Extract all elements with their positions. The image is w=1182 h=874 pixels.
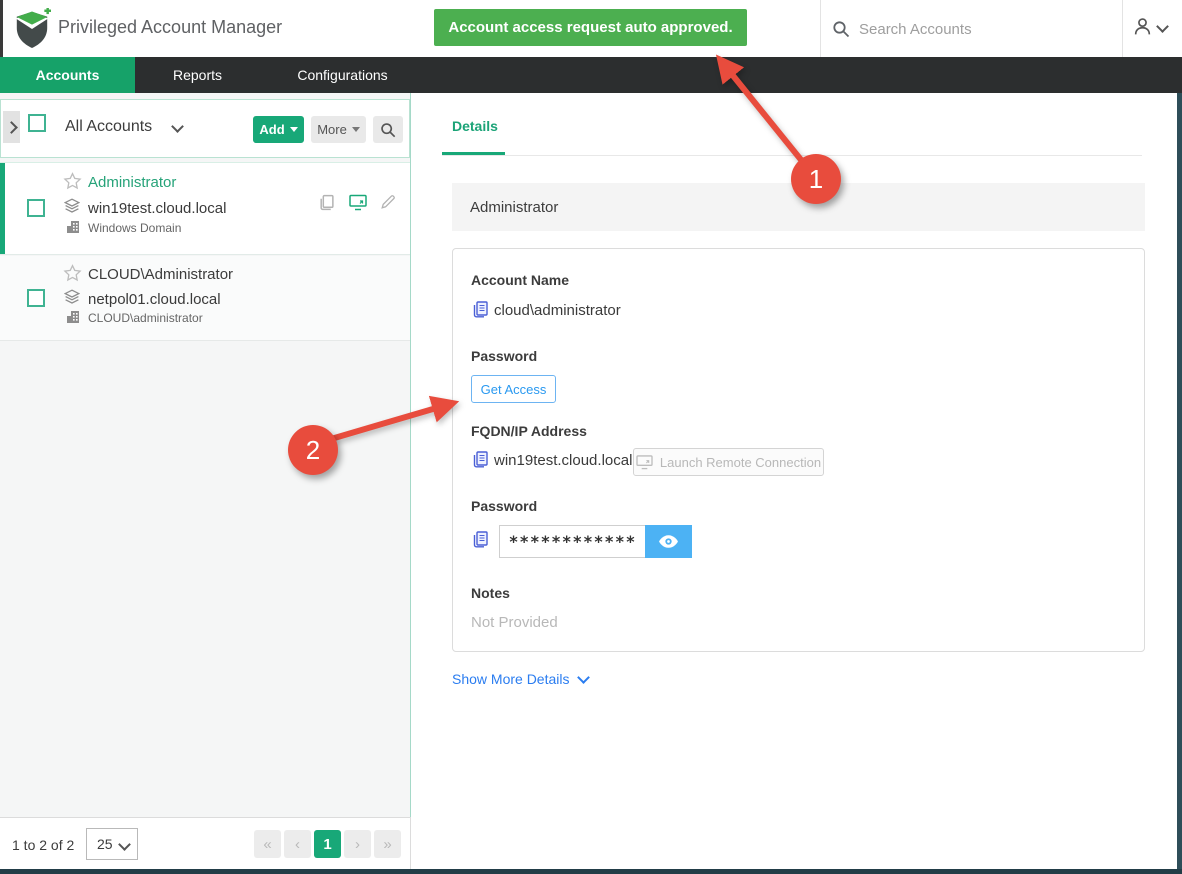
search-icon [381, 122, 396, 137]
chevron-down-icon [118, 838, 131, 851]
show-more-details-link[interactable]: Show More Details [452, 670, 590, 687]
tab-reports[interactable]: Reports [135, 57, 260, 93]
window-bottom-edge [0, 869, 1182, 874]
privileged-account-manager-app: Privileged Account Manager Account acces… [0, 0, 1182, 874]
account-name-value: cloud\administrator [494, 302, 621, 319]
search-accounts-input[interactable] [857, 14, 1111, 44]
account-fqdn: win19test.cloud.local [88, 200, 227, 217]
favorite-star-icon[interactable] [63, 172, 82, 190]
account-name-link[interactable]: Administrator [88, 174, 176, 191]
account-type: Windows Domain [88, 221, 182, 235]
chevron-right-icon [5, 120, 18, 134]
account-name-label: Account Name [471, 272, 570, 288]
main-navigation: Accounts Reports Configurations [0, 57, 1182, 93]
app-header: Privileged Account Manager Account acces… [0, 0, 1182, 143]
copy-icon[interactable] [471, 300, 489, 318]
chevron-down-icon [171, 120, 184, 133]
layers-icon [63, 198, 81, 214]
domain-building-icon [66, 310, 80, 324]
app-title: Privileged Account Manager [58, 17, 283, 37]
favorite-star-icon[interactable] [63, 264, 82, 282]
account-type: CLOUD\administrator [88, 311, 203, 325]
account-list-item[interactable]: Administrator win19test.cloud.local Wind… [0, 162, 410, 255]
domain-building-icon [66, 220, 80, 234]
masked-password-field: ************ [499, 525, 646, 558]
password2-label: Password [471, 498, 538, 514]
launch-remote-icon[interactable] [349, 194, 367, 211]
last-page-button[interactable]: » [374, 830, 401, 858]
notes-label: Notes [471, 585, 510, 601]
account-details-card: Account Name cloud\administrator Passwor… [452, 248, 1145, 652]
user-menu-button[interactable] [1128, 14, 1176, 44]
page-size-select[interactable]: 25 [86, 828, 138, 860]
fqdn-value: win19test.cloud.local [494, 452, 633, 469]
account-fqdn: netpol01.cloud.local [88, 291, 221, 308]
tab-configurations[interactable]: Configurations [260, 57, 425, 93]
chevron-down-icon [1156, 20, 1169, 33]
toast-notification: Account access request auto approved. [434, 9, 747, 46]
header-divider [1122, 0, 1123, 57]
selected-indicator-bar [0, 163, 5, 254]
caret-down-icon [351, 127, 360, 132]
app-logo-shield-icon [13, 7, 51, 50]
scrollbar[interactable] [1177, 93, 1182, 874]
first-page-button[interactable]: « [254, 830, 281, 858]
user-icon [1132, 16, 1153, 37]
search-icon [832, 20, 850, 38]
header-divider [820, 0, 821, 57]
accounts-list-header: All Accounts Add More [0, 99, 410, 158]
layers-icon [63, 289, 81, 305]
launch-remote-label: Launch Remote Connection [659, 454, 822, 470]
show-more-label: Show More Details [452, 671, 570, 687]
account-name[interactable]: CLOUD\Administrator [88, 266, 233, 283]
account-checkbox[interactable] [27, 289, 45, 307]
previous-page-button[interactable]: ‹ [284, 830, 311, 858]
expand-panel-button[interactable] [3, 111, 20, 143]
tab-accounts[interactable]: Accounts [0, 57, 135, 93]
add-button[interactable]: Add [253, 116, 304, 143]
account-checkbox[interactable] [27, 199, 45, 217]
accounts-sidebar: All Accounts Add More Administrator win1… [0, 93, 411, 817]
annotation-step-2: 2 [288, 425, 338, 475]
get-access-button[interactable]: Get Access [471, 375, 556, 403]
chevron-down-icon [576, 670, 590, 684]
launch-remote-connection-button[interactable]: Launch Remote Connection [633, 448, 824, 476]
copy-icon[interactable] [471, 450, 489, 468]
account-list-item[interactable]: CLOUD\Administrator netpol01.cloud.local… [0, 256, 410, 341]
monitor-icon [636, 454, 653, 469]
edit-pencil-icon[interactable] [380, 194, 398, 211]
section-title: Administrator [470, 198, 559, 216]
accounts-view-selector[interactable]: All Accounts [65, 118, 152, 136]
annotation-step-1: 1 [791, 154, 841, 204]
copy-icon[interactable] [318, 194, 336, 211]
page-1-button[interactable]: 1 [314, 830, 341, 858]
add-button-label: Add [259, 122, 285, 137]
caret-down-icon [289, 127, 298, 132]
details-panel: Details Administrator Account Name cloud… [412, 93, 1177, 874]
tab-details[interactable]: Details [452, 118, 498, 134]
pagination-bar: 1 to 2 of 2 25 « ‹ 1 › » [0, 817, 411, 870]
show-password-button[interactable] [645, 525, 692, 558]
next-page-button[interactable]: › [344, 830, 371, 858]
password-label: Password [471, 348, 538, 364]
list-search-button[interactable] [373, 116, 403, 143]
more-button-label: More [317, 122, 347, 137]
record-range-text: 1 to 2 of 2 [12, 837, 75, 853]
tab-divider [442, 155, 1142, 156]
page-size-value: 25 [97, 836, 113, 852]
select-all-checkbox[interactable] [28, 114, 46, 132]
notes-value: Not Provided [471, 614, 558, 631]
copy-icon[interactable] [471, 530, 489, 548]
eye-icon [659, 535, 678, 548]
more-button[interactable]: More [311, 116, 366, 143]
fqdn-label: FQDN/IP Address [471, 423, 587, 439]
